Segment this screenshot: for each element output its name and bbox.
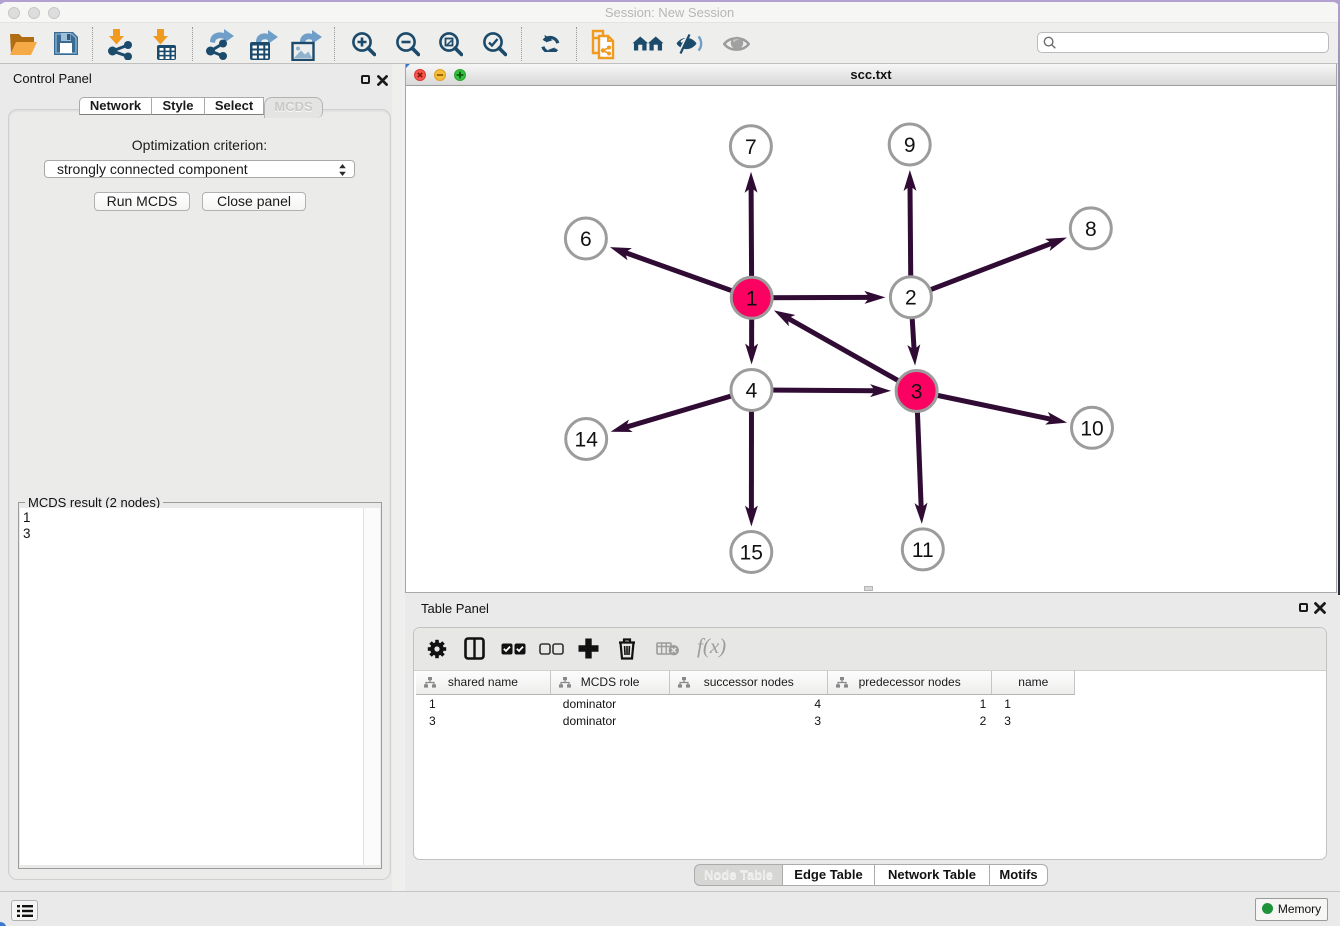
svg-text:10: 10: [1080, 417, 1103, 440]
svg-text:14: 14: [575, 429, 599, 452]
svg-text:7: 7: [745, 136, 757, 159]
svg-text:2: 2: [905, 287, 917, 310]
svg-text:4: 4: [746, 380, 758, 403]
svg-text:3: 3: [911, 381, 923, 404]
svg-text:1: 1: [746, 287, 758, 310]
svg-text:9: 9: [904, 134, 916, 157]
svg-text:11: 11: [912, 539, 934, 562]
svg-text:8: 8: [1085, 218, 1097, 241]
svg-text:15: 15: [740, 542, 763, 565]
svg-text:6: 6: [580, 228, 592, 251]
